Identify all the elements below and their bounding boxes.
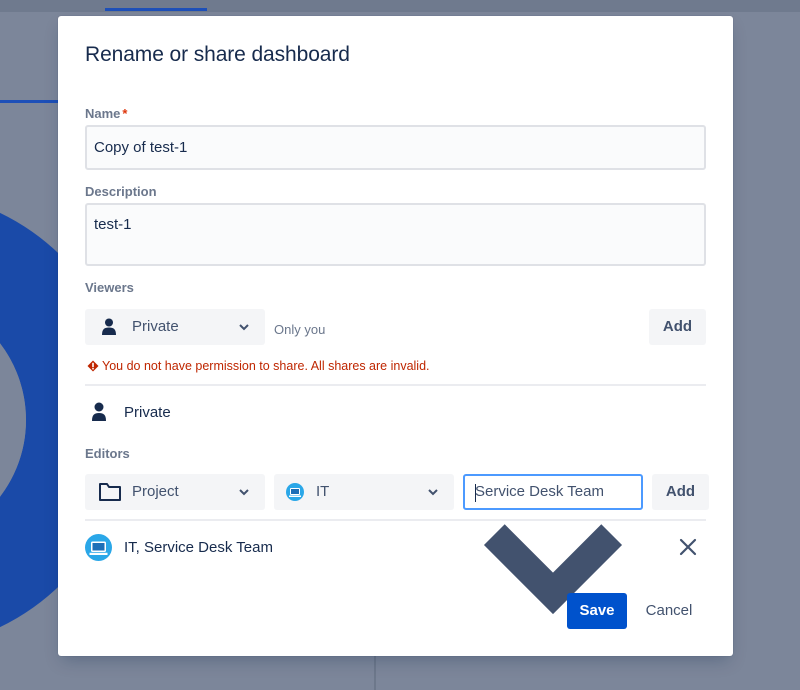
add-viewer-button[interactable]: Add (649, 309, 706, 345)
chevron-down-icon (428, 489, 438, 496)
viewers-divider (85, 384, 706, 386)
editors-role-select[interactable]: Service Desk Team (463, 474, 643, 615)
background-divider (0, 100, 60, 103)
remove-share-icon[interactable] (679, 538, 697, 556)
share-error-text: You do not have permission to share. All… (102, 359, 430, 373)
editors-divider (85, 519, 706, 521)
save-button[interactable]: Save (567, 593, 627, 629)
background-active-tab-indicator (105, 8, 207, 11)
editors-role-value: Service Desk Team (475, 483, 604, 500)
error-icon (87, 360, 99, 372)
editors-project-value: IT (316, 483, 330, 500)
name-input[interactable]: Copy of test-1 (85, 125, 706, 170)
editor-share-item: IT, Service Desk Team (85, 534, 273, 561)
background-column-divider (374, 656, 376, 690)
share-error-message: You do not have permission to share. All… (87, 359, 430, 373)
name-label-text: Name (85, 106, 121, 121)
description-textarea[interactable]: test-1 (85, 203, 706, 266)
viewers-type-select[interactable]: Private (85, 309, 265, 345)
viewers-hint: Only you (274, 322, 326, 337)
add-editor-button[interactable]: Add (652, 474, 709, 510)
text-cursor (475, 484, 476, 502)
editors-project-select[interactable]: IT (274, 474, 454, 510)
person-icon (92, 402, 106, 421)
chevron-down-icon (239, 489, 249, 496)
editor-share-label: IT, Service Desk Team (124, 539, 273, 556)
cancel-button[interactable]: Cancel (638, 593, 700, 629)
editors-type-value: Project (132, 483, 179, 500)
viewers-label: Viewers (85, 280, 134, 295)
editors-label: Editors (85, 446, 130, 461)
description-label: Description (85, 184, 157, 199)
viewer-share-label: Private (124, 403, 171, 421)
project-avatar-icon (85, 534, 112, 561)
rename-share-dialog: Rename or share dashboard Name * Copy of … (58, 16, 733, 656)
chevron-down-icon (239, 324, 249, 331)
person-icon (102, 318, 116, 335)
viewers-type-value: Private (132, 318, 179, 335)
folder-icon (99, 483, 121, 501)
name-label: Name * (85, 106, 127, 121)
viewer-share-item: Private (85, 402, 171, 422)
project-avatar-icon (286, 483, 304, 501)
editors-type-select[interactable]: Project (85, 474, 265, 510)
required-indicator: * (122, 106, 128, 121)
dialog-title: Rename or share dashboard (85, 43, 350, 66)
